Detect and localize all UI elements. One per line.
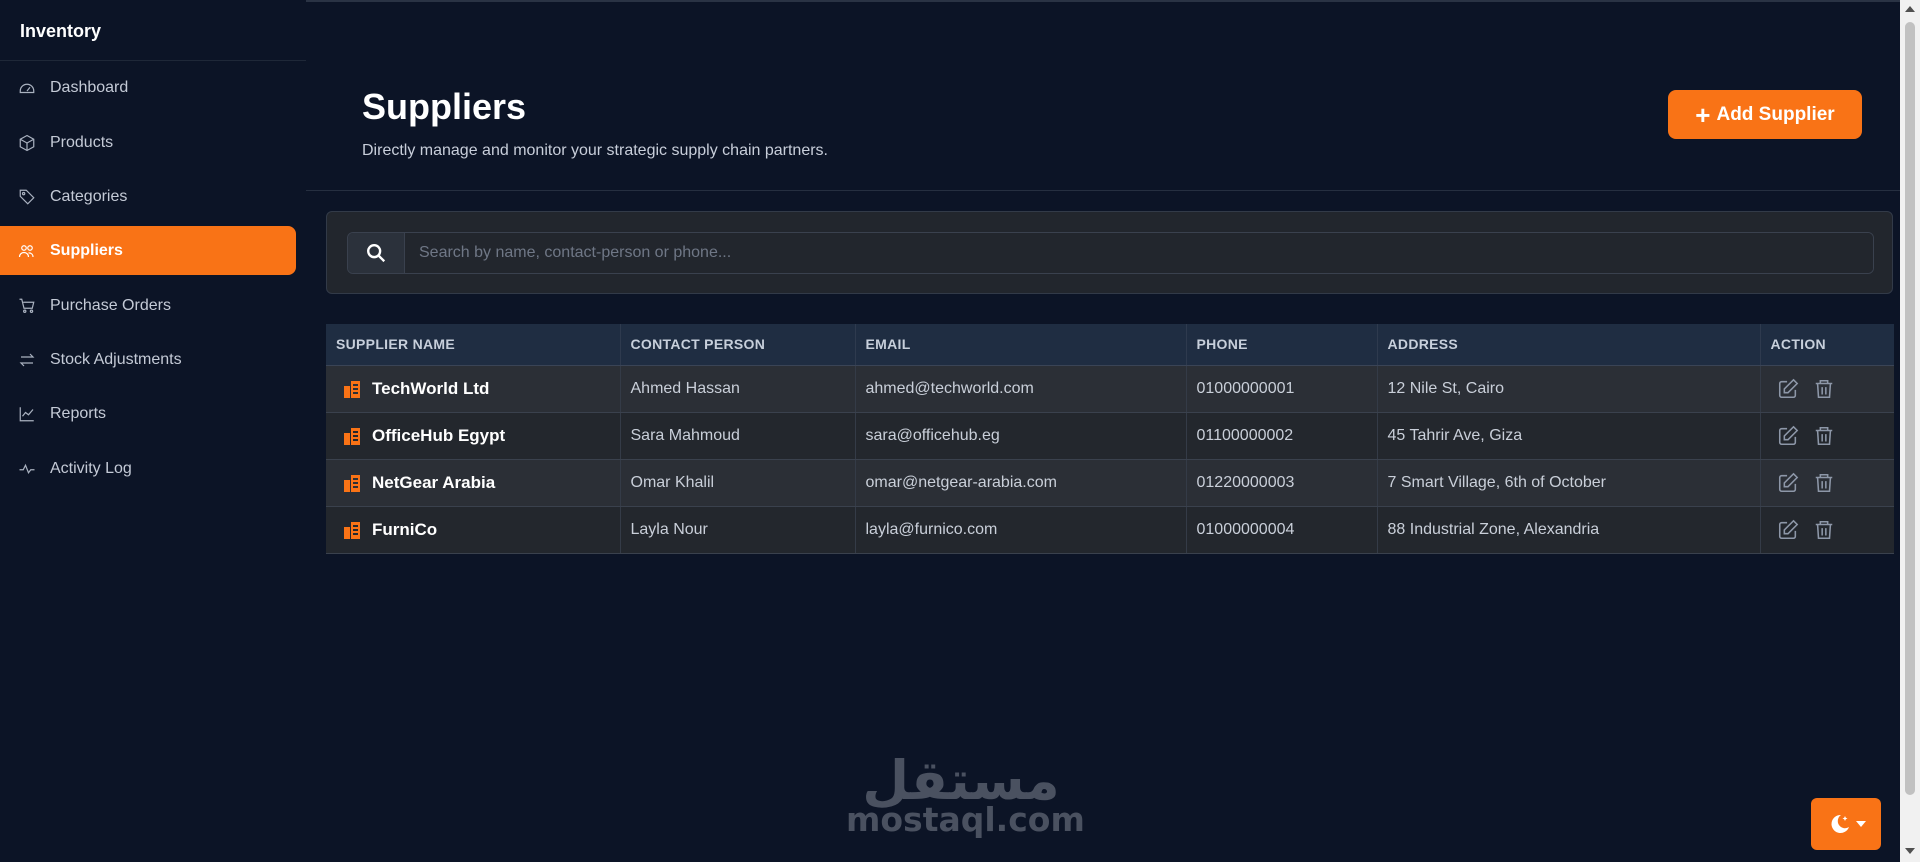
- phone-cell: 01000000001: [1186, 365, 1378, 413]
- sidebar-item-products[interactable]: Products: [0, 118, 296, 167]
- phone-cell: 01220000003: [1186, 459, 1378, 507]
- table-row: FurniCo Layla Nour layla@furnico.com 010…: [326, 506, 1895, 554]
- phone-cell: 01000000004: [1186, 506, 1378, 554]
- search-input[interactable]: [405, 233, 1873, 273]
- column-header-email[interactable]: EMAIL: [855, 324, 1187, 366]
- edit-icon[interactable]: [1777, 519, 1799, 541]
- column-header-phone[interactable]: PHONE: [1186, 324, 1378, 366]
- page-scrollbar[interactable]: [1900, 0, 1920, 862]
- trash-icon[interactable]: [1813, 519, 1835, 541]
- email-cell: omar@netgear-arabia.com: [855, 459, 1187, 507]
- add-supplier-button[interactable]: + Add Supplier: [1668, 90, 1862, 139]
- watermark: مستقل mostaql.com: [846, 752, 1085, 839]
- address-cell: 7 Smart Village, 6th of October: [1377, 459, 1761, 507]
- page-subtitle: Directly manage and monitor your strateg…: [362, 142, 828, 159]
- sidebar-item-label: Reports: [50, 404, 107, 422]
- supplier-name-cell: OfficeHub Egypt: [336, 426, 620, 446]
- address-cell: 45 Tahrir Ave, Giza: [1377, 412, 1761, 460]
- contact-cell: Layla Nour: [620, 506, 856, 554]
- sidebar-item-label: Suppliers: [50, 241, 123, 259]
- building-icon: [344, 427, 360, 445]
- email-cell: sara@officehub.eg: [855, 412, 1187, 460]
- edit-icon[interactable]: [1777, 425, 1799, 447]
- contact-cell: Ahmed Hassan: [620, 365, 856, 413]
- sidebar-item-purchase-orders[interactable]: Purchase Orders: [0, 281, 296, 330]
- search-card: [326, 211, 1893, 294]
- contact-cell: Omar Khalil: [620, 459, 856, 507]
- dashboard-icon: [18, 79, 36, 97]
- sidebar-item-label: Stock Adjustments: [50, 350, 182, 368]
- email-cell: layla@furnico.com: [855, 506, 1187, 554]
- edit-icon[interactable]: [1777, 472, 1799, 494]
- sidebar-item-label: Activity Log: [50, 459, 132, 477]
- sidebar-item-categories[interactable]: Categories: [0, 172, 296, 221]
- search-icon: [367, 244, 386, 263]
- theme-toggle-button[interactable]: [1811, 798, 1881, 850]
- column-header-supplier-name[interactable]: SUPPLIER NAME: [326, 324, 621, 366]
- box-icon: [18, 134, 36, 152]
- address-cell: 12 Nile St, Cairo: [1377, 365, 1761, 413]
- sidebar-item-label: Purchase Orders: [50, 296, 171, 314]
- cart-icon: [18, 297, 36, 315]
- page-title: Suppliers: [362, 86, 527, 127]
- sidebar-item-dashboard[interactable]: Dashboard: [0, 63, 296, 112]
- contact-cell: Sara Mahmoud: [620, 412, 856, 460]
- supplier-name[interactable]: FurniCo: [372, 520, 437, 540]
- table-row: NetGear Arabia Omar Khalil omar@netgear-…: [326, 459, 1895, 507]
- watermark-domain: mostaql.com: [846, 800, 1085, 839]
- row-actions: [1771, 519, 1895, 541]
- supplier-name[interactable]: NetGear Arabia: [372, 473, 495, 493]
- address-cell: 88 Industrial Zone, Alexandria: [1377, 506, 1761, 554]
- sidebar-item-reports[interactable]: Reports: [0, 389, 296, 438]
- table-row: TechWorld Ltd Ahmed Hassan ahmed@techwor…: [326, 365, 1895, 413]
- row-actions: [1771, 425, 1895, 447]
- supplier-name-cell: TechWorld Ltd: [336, 379, 620, 399]
- suppliers-table: SUPPLIER NAME CONTACT PERSON EMAIL PHONE…: [326, 324, 1894, 554]
- scroll-thumb[interactable]: [1905, 22, 1915, 795]
- arrows-icon: [18, 351, 36, 369]
- add-supplier-label: Add Supplier: [1716, 103, 1835, 125]
- plus-icon: +: [1695, 99, 1711, 130]
- sidebar-item-activity-log[interactable]: Activity Log: [0, 444, 296, 493]
- scroll-up-arrow[interactable]: [1905, 6, 1915, 12]
- chart-line-icon: [18, 405, 36, 423]
- supplier-name-cell: FurniCo: [336, 520, 620, 540]
- page-header: Suppliers Directly manage and monitor yo…: [306, 0, 1900, 191]
- sidebar-item-suppliers[interactable]: Suppliers: [0, 226, 296, 275]
- building-icon: [344, 521, 360, 539]
- users-icon: [18, 242, 36, 260]
- edit-icon[interactable]: [1777, 378, 1799, 400]
- column-header-contact-person[interactable]: CONTACT PERSON: [620, 324, 856, 366]
- scroll-down-arrow[interactable]: [1905, 848, 1915, 854]
- sidebar-item-label: Dashboard: [50, 78, 129, 96]
- column-header-address[interactable]: ADDRESS: [1377, 324, 1761, 366]
- main-content: Suppliers Directly manage and monitor yo…: [306, 0, 1900, 862]
- sidebar-item-stock-adjustments[interactable]: Stock Adjustments: [0, 335, 296, 384]
- column-header-action: ACTION: [1760, 324, 1894, 366]
- trash-icon[interactable]: [1813, 425, 1835, 447]
- row-actions: [1771, 472, 1895, 494]
- supplier-name[interactable]: TechWorld Ltd: [372, 379, 489, 399]
- search-button[interactable]: [348, 233, 405, 273]
- sidebar-item-label: Products: [50, 133, 114, 151]
- building-icon: [344, 380, 360, 398]
- chevron-down-icon: [1856, 821, 1866, 827]
- pulse-icon: [18, 460, 36, 478]
- moon-stars-icon: [1831, 814, 1849, 833]
- tag-icon: [18, 188, 36, 206]
- trash-icon[interactable]: [1813, 472, 1835, 494]
- row-actions: [1771, 378, 1895, 400]
- table-header-row: SUPPLIER NAME CONTACT PERSON EMAIL PHONE…: [326, 324, 1894, 366]
- supplier-name[interactable]: OfficeHub Egypt: [372, 426, 505, 446]
- supplier-name-cell: NetGear Arabia: [336, 473, 620, 493]
- sidebar-item-label: Categories: [50, 187, 128, 205]
- building-icon: [344, 474, 360, 492]
- email-cell: ahmed@techworld.com: [855, 365, 1187, 413]
- brand-title: Inventory: [0, 0, 306, 61]
- search-bar: [347, 232, 1874, 274]
- phone-cell: 01100000002: [1186, 412, 1378, 460]
- trash-icon[interactable]: [1813, 378, 1835, 400]
- sidebar: Inventory Dashboard Products Categories …: [0, 0, 306, 862]
- table-row: OfficeHub Egypt Sara Mahmoud sara@office…: [326, 412, 1895, 460]
